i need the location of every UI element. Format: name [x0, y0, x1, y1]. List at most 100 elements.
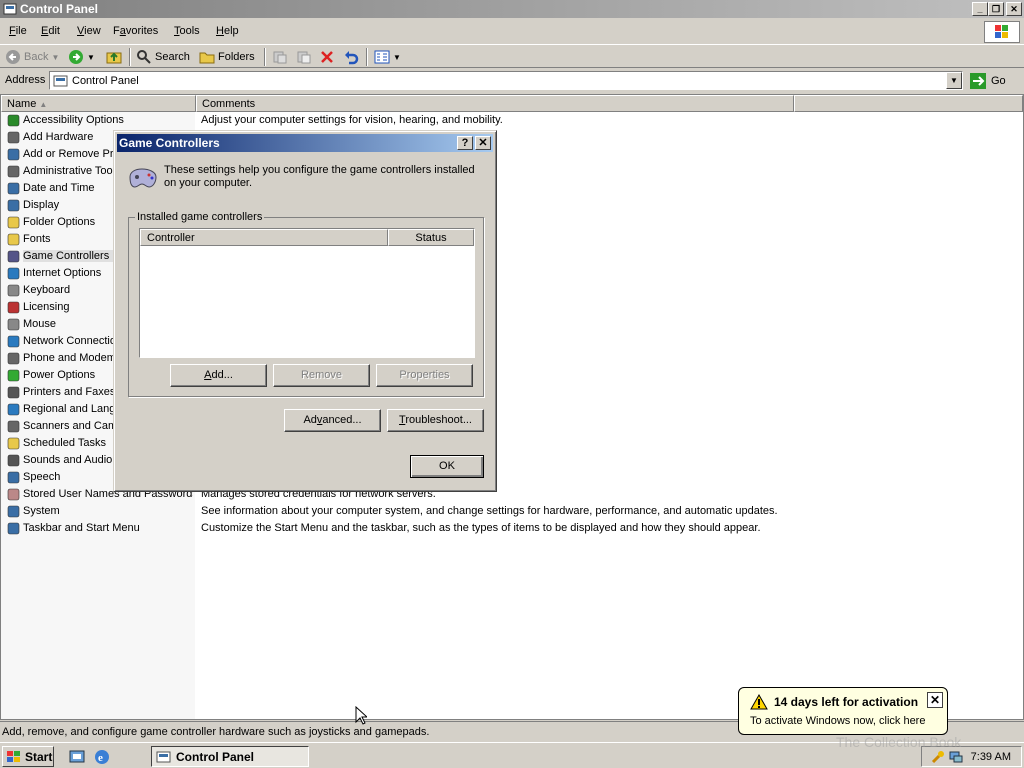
move-to-button[interactable] [272, 48, 288, 66]
activation-balloon[interactable]: 14 days left for activation To activate … [738, 687, 948, 735]
balloon-close-button[interactable]: ✕ [927, 692, 943, 708]
applet-icon [7, 335, 20, 348]
delete-button[interactable] [319, 48, 335, 66]
window-title: Control Panel [20, 2, 99, 16]
applet-icon [7, 522, 20, 535]
column-header-comments[interactable]: Comments [196, 95, 794, 112]
watermark: The Collection Book [836, 734, 962, 750]
dialog-title: Game Controllers [119, 136, 220, 150]
menu-file[interactable]: File [9, 25, 27, 37]
start-button[interactable]: Start [2, 746, 54, 767]
address-input[interactable]: Control Panel ▼ [49, 71, 963, 90]
applet-icon [7, 505, 20, 518]
applet-icon [7, 250, 20, 263]
column-header-status[interactable]: Status [388, 229, 474, 246]
remove-button[interactable]: Remove [273, 364, 370, 387]
restore-button[interactable]: ❐ [988, 2, 1004, 16]
warning-icon [750, 694, 768, 710]
views-icon [374, 50, 390, 64]
window-titlebar[interactable]: Control Panel _ ❐ ✕ [0, 0, 1024, 18]
controllers-list[interactable]: Controller Status [139, 228, 475, 358]
views-button[interactable]: ▼ [374, 48, 401, 66]
gamepad-icon [129, 168, 157, 188]
control-panel-icon [3, 3, 17, 15]
move-to-icon [273, 51, 287, 64]
column-header-name[interactable]: Name ▲ [1, 95, 196, 112]
applet-icon [7, 148, 20, 161]
add-button[interactable]: Add... [170, 364, 267, 387]
back-button[interactable]: Back ▼ [5, 48, 59, 66]
applet-icon [7, 182, 20, 195]
copy-to-button[interactable] [296, 48, 312, 66]
folders-button[interactable]: Folders [199, 48, 255, 66]
up-folder-button[interactable] [105, 48, 123, 66]
list-item-comment: Customize the Start Menu and the taskbar… [201, 522, 761, 534]
column-header-empty [794, 95, 1023, 112]
list-item[interactable]: Taskbar and Start Menu Customize the Star… [1, 520, 801, 537]
menu-view[interactable]: View [77, 25, 101, 37]
delete-x-icon [321, 51, 333, 63]
forward-button[interactable]: ▼ [68, 48, 95, 66]
up-folder-icon [106, 52, 122, 64]
forward-arrow-icon [69, 50, 83, 64]
search-button[interactable]: Search [136, 48, 190, 66]
close-button[interactable]: ✕ [1006, 2, 1022, 16]
applet-icon [7, 301, 20, 314]
group-label: Installed game controllers [135, 211, 265, 223]
dialog-close-button[interactable]: ✕ [475, 136, 491, 150]
status-text: Add, remove, and configure game controll… [2, 726, 430, 738]
applet-icon [7, 437, 20, 450]
balloon-text[interactable]: To activate Windows now, click here [750, 715, 925, 727]
go-button[interactable]: Go [969, 72, 1006, 90]
applet-icon [7, 216, 20, 229]
menu-edit[interactable]: Edit [41, 25, 60, 37]
applet-icon [7, 233, 20, 246]
clock: 7:39 AM [970, 751, 1011, 763]
menu-tools[interactable]: Tools [174, 25, 200, 37]
game-controllers-dialog: Game Controllers ? ✕ These settings help… [113, 130, 497, 492]
activation-key-icon[interactable] [930, 749, 946, 765]
list-item-name: Taskbar and Start Menu [23, 522, 140, 534]
svg-text:e: e [98, 752, 103, 764]
menu-favorites[interactable]: Favorites [113, 25, 158, 37]
menu-help[interactable]: Help [216, 25, 239, 37]
list-item[interactable]: System See information about your compute… [1, 503, 801, 520]
dialog-help-button[interactable]: ? [457, 136, 473, 150]
go-arrow-icon [970, 73, 986, 89]
back-arrow-icon [6, 50, 20, 64]
applet-icon [7, 420, 20, 433]
mouse-cursor-icon [355, 706, 367, 725]
folder-icon [199, 52, 215, 64]
list-item-comment: See information about your computer syst… [201, 505, 778, 517]
properties-button[interactable]: Properties [376, 364, 473, 387]
control-panel-icon [53, 75, 68, 87]
show-desktop-icon[interactable] [68, 748, 86, 766]
address-dropdown-button[interactable]: ▼ [946, 72, 962, 89]
applet-icon [7, 284, 20, 297]
applet-icon [7, 471, 20, 484]
applet-icon [7, 199, 20, 212]
control-panel-icon [156, 751, 171, 762]
applet-icon [7, 267, 20, 280]
applet-icon [7, 131, 20, 144]
applet-icon [7, 454, 20, 467]
applet-icon [7, 386, 20, 399]
ok-button[interactable]: OK [410, 455, 484, 478]
advanced-button[interactable]: Advanced... [284, 409, 381, 432]
troubleshoot-button[interactable]: Troubleshoot... [387, 409, 484, 432]
undo-button[interactable] [343, 48, 359, 66]
internet-explorer-icon[interactable]: e [93, 748, 111, 766]
list-item[interactable]: Accessibility Options Adjust your compute… [1, 112, 801, 129]
network-icon[interactable] [948, 749, 964, 765]
toolbar: Back ▼ ▼ Search Folders ▼ [0, 44, 1024, 68]
balloon-title: 14 days left for activation [774, 695, 919, 709]
applet-icon [7, 114, 20, 127]
minimize-button[interactable]: _ [972, 2, 988, 16]
list-item-comment: Adjust your computer settings for vision… [201, 114, 503, 126]
taskbar-control-panel-button[interactable]: Control Panel [151, 746, 309, 767]
address-label: Address [5, 74, 46, 86]
copy-to-icon [297, 51, 311, 64]
list-item-name: Accessibility Options [23, 114, 124, 126]
dialog-titlebar[interactable]: Game Controllers ? ✕ [117, 134, 493, 152]
column-header-controller[interactable]: Controller [140, 229, 388, 246]
